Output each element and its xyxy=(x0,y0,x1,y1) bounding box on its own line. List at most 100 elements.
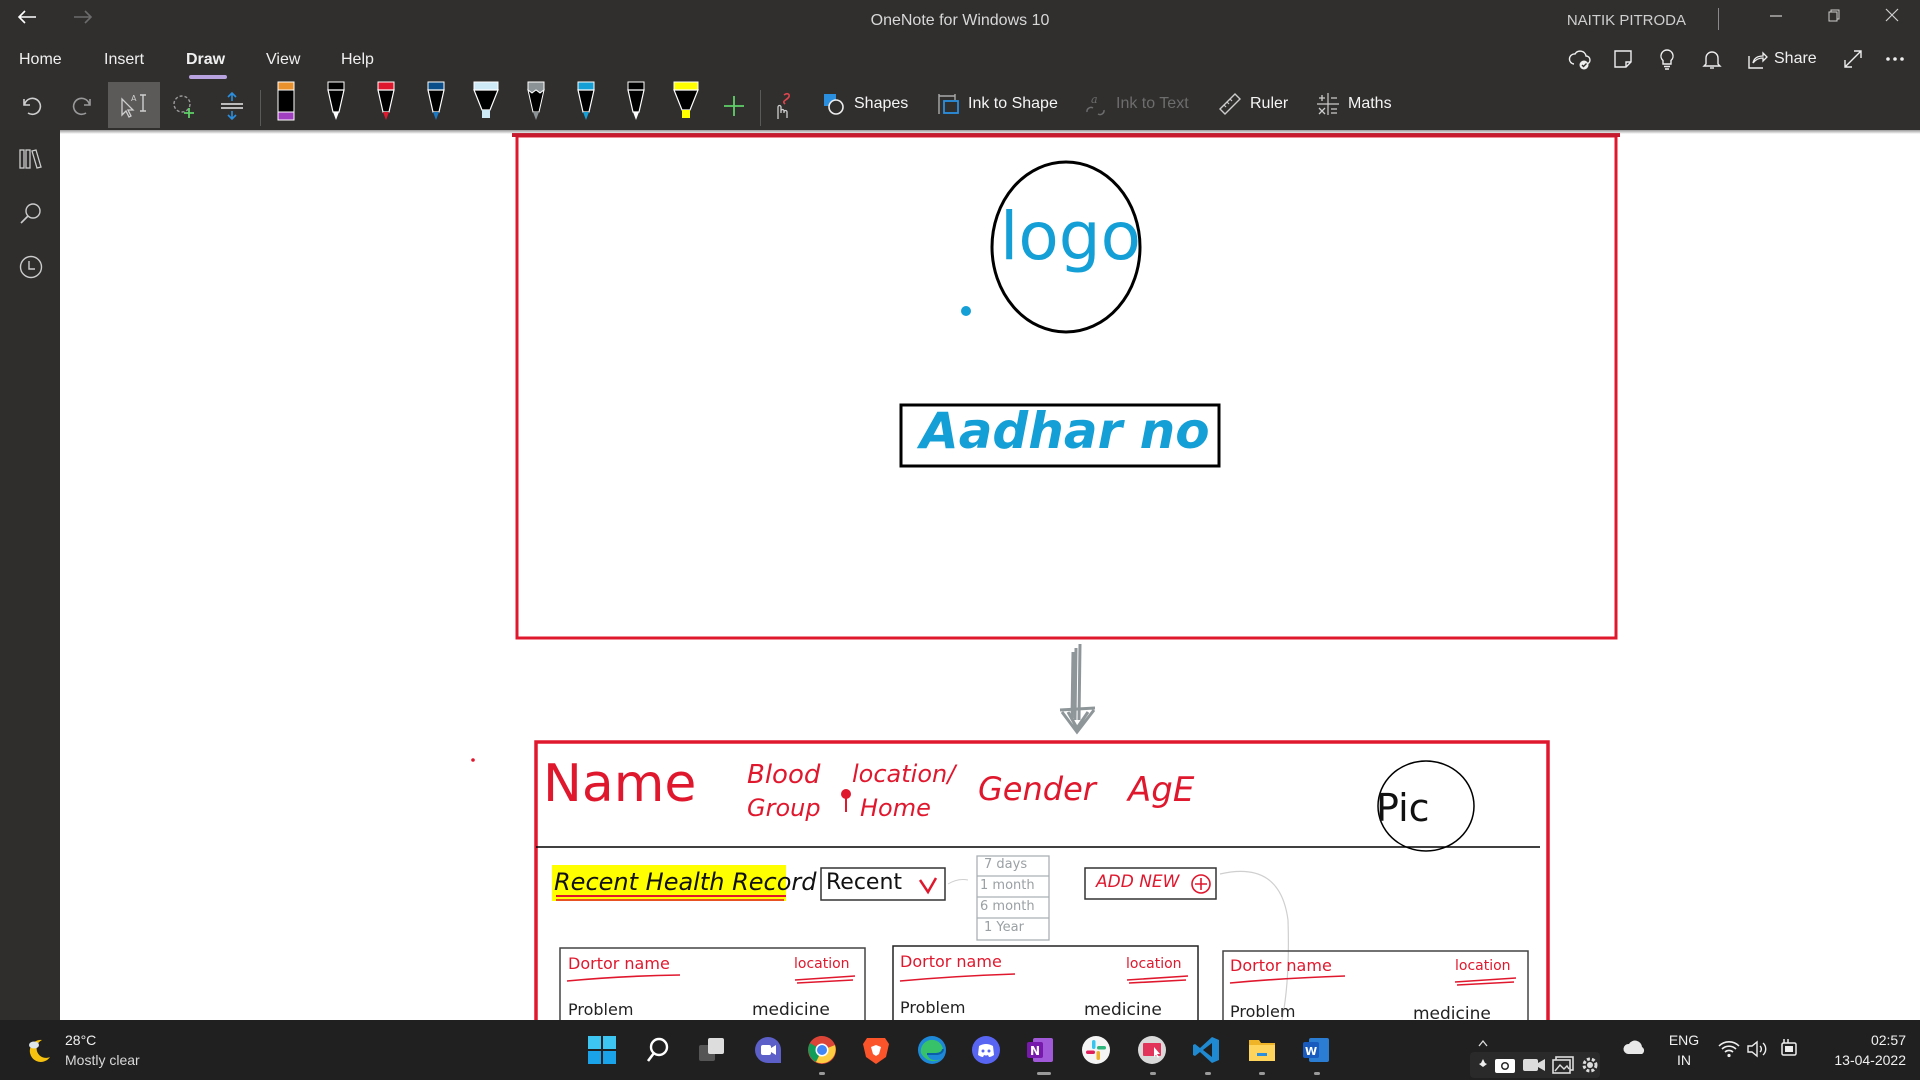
tell-me-button[interactable] xyxy=(1656,48,1678,76)
sticky-notes-button[interactable] xyxy=(1612,48,1634,76)
pen-icon xyxy=(427,81,445,120)
ink-to-shape-icon xyxy=(938,94,959,114)
pencil-tool-6[interactable] xyxy=(521,80,551,124)
pen-tool-1[interactable] xyxy=(271,80,301,124)
pen-icon xyxy=(327,81,345,120)
share-icon xyxy=(1748,51,1768,69)
location-field: location/ xyxy=(852,760,956,788)
draw-toolbar: A Shapes Ink to Shape a Ink to Text Rule… xyxy=(0,80,1920,130)
file-explorer-button[interactable] xyxy=(1244,1032,1280,1068)
notebooks-button[interactable] xyxy=(16,144,46,174)
tab-help[interactable]: Help xyxy=(341,51,374,69)
tab-insert[interactable]: Insert xyxy=(104,51,144,69)
blood-field: Blood xyxy=(747,760,821,790)
lasso-select-tool[interactable] xyxy=(166,88,202,124)
search-button[interactable] xyxy=(16,198,46,228)
section-title: Recent Health Record xyxy=(554,868,817,896)
add-new-label: ADD NEW xyxy=(1096,872,1180,892)
task-view-button[interactable] xyxy=(694,1032,730,1068)
aadhar-text: Aadhar no xyxy=(920,402,1210,460)
language-bottom[interactable]: IN xyxy=(1666,1052,1702,1068)
vscode-button[interactable] xyxy=(1188,1032,1224,1068)
share-button[interactable]: Share xyxy=(1746,48,1817,70)
shapes-button[interactable]: Shapes xyxy=(822,92,908,116)
sync-status-button[interactable] xyxy=(1568,48,1592,78)
svg-text:W: W xyxy=(1305,1045,1317,1058)
user-name[interactable]: NAITIK PITRODA xyxy=(1567,12,1686,29)
fullscreen-button[interactable] xyxy=(1842,48,1864,76)
pen-tool-3[interactable] xyxy=(371,80,401,124)
highlighter-tool-5[interactable] xyxy=(471,80,501,124)
chrome-button[interactable] xyxy=(804,1032,840,1068)
edge-button[interactable] xyxy=(914,1032,950,1068)
clock-time[interactable]: 02:57 xyxy=(1816,1032,1906,1048)
moon-cloud-icon xyxy=(29,1039,50,1062)
battery-button[interactable] xyxy=(1778,1038,1800,1063)
sync-status-icon xyxy=(1568,50,1591,70)
notifications-button[interactable] xyxy=(1701,48,1723,76)
add-pen-button[interactable] xyxy=(716,88,752,124)
undo-button[interactable] xyxy=(14,88,50,124)
minimize-button[interactable] xyxy=(1756,6,1796,27)
toolbar-separator xyxy=(260,90,261,126)
clock-date[interactable]: 13-04-2022 xyxy=(1806,1052,1906,1068)
slack-button[interactable] xyxy=(1078,1032,1114,1068)
word-button[interactable]: W xyxy=(1298,1032,1334,1068)
language-top[interactable]: ENG xyxy=(1666,1032,1702,1048)
brave-button[interactable] xyxy=(858,1032,894,1068)
chevron-up-icon xyxy=(1478,1039,1488,1047)
option-1-month: 1 month xyxy=(980,878,1035,893)
more-options-button[interactable] xyxy=(1884,48,1906,76)
type-select-tool[interactable]: A xyxy=(108,82,160,128)
onenote-active-indicator xyxy=(1037,1072,1051,1075)
recent-notes-button[interactable] xyxy=(16,252,46,282)
onenote-button[interactable]: N xyxy=(1022,1032,1058,1068)
gallery-icon xyxy=(1552,1056,1574,1074)
volume-button[interactable] xyxy=(1746,1040,1768,1063)
redo-button[interactable] xyxy=(64,88,100,124)
discord-button[interactable] xyxy=(968,1032,1004,1068)
taskbar: 28°C Mostly clear N W ENG IN 02:57 13-04… xyxy=(0,1020,1920,1080)
close-button[interactable] xyxy=(1872,6,1912,27)
tab-draw[interactable]: Draw xyxy=(186,51,225,69)
ink-to-text-label: Ink to Text xyxy=(1116,95,1189,112)
ink-to-shape-button[interactable]: Ink to Shape xyxy=(936,92,1058,116)
logo-text: logo xyxy=(1000,198,1141,275)
screen-recorder-button[interactable] xyxy=(1134,1032,1170,1068)
chrome-icon xyxy=(808,1036,836,1064)
tab-home[interactable]: Home xyxy=(19,51,62,69)
start-button[interactable] xyxy=(584,1032,620,1068)
search-icon xyxy=(20,203,41,224)
weather-widget[interactable] xyxy=(24,1036,54,1071)
card3-location: location xyxy=(1455,958,1511,974)
note-canvas[interactable]: logo Aadhar no Name Blood Group location… xyxy=(60,130,1920,1020)
maths-button[interactable]: Maths xyxy=(1316,92,1392,116)
pen-icon xyxy=(577,81,595,120)
shapes-label: Shapes xyxy=(854,95,909,112)
pen-tool-8[interactable] xyxy=(621,80,651,124)
pen-icon xyxy=(627,81,645,120)
pen-tool-7[interactable] xyxy=(571,80,601,124)
add-space-tool[interactable] xyxy=(214,88,250,124)
pin-icon xyxy=(1479,1059,1487,1067)
wifi-button[interactable] xyxy=(1718,1040,1740,1063)
svg-text:a: a xyxy=(1091,93,1098,106)
pencil-icon xyxy=(527,81,545,120)
tab-view[interactable]: View xyxy=(266,51,300,69)
taskbar-search-button[interactable] xyxy=(640,1032,676,1068)
ruler-button[interactable]: Ruler xyxy=(1218,92,1288,116)
highlighter-icon xyxy=(673,81,699,118)
card3-doctor: Dortor name xyxy=(1230,956,1332,975)
card1-medicine: medicine xyxy=(752,1000,830,1020)
pen-tool-2[interactable] xyxy=(321,80,351,124)
game-bar-widget[interactable] xyxy=(1470,1052,1600,1078)
show-hidden-icons-button[interactable] xyxy=(1478,1036,1488,1050)
pen-tool-4[interactable] xyxy=(421,80,451,124)
touch-draw-button[interactable] xyxy=(766,88,802,124)
restore-button[interactable] xyxy=(1814,6,1854,27)
onedrive-button[interactable] xyxy=(1622,1038,1646,1061)
ink-to-text-button[interactable]: a Ink to Text xyxy=(1084,92,1189,116)
highlighter-tool-9[interactable] xyxy=(671,80,701,124)
type-select-icon: A xyxy=(121,94,146,118)
teams-chat-button[interactable] xyxy=(750,1032,786,1068)
